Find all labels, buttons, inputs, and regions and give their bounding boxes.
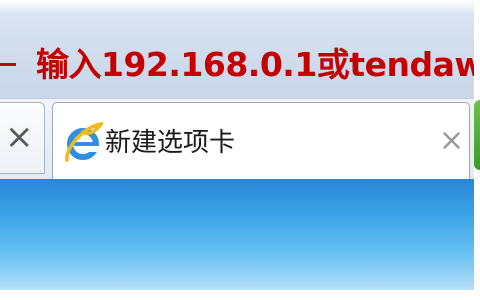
tab-label: 新建选项卡: [105, 128, 236, 158]
ie-icon: [65, 121, 103, 162]
close-icon[interactable]: ×: [439, 125, 464, 157]
browser-window: 输入192.168.0.1或tendaw × 新建选项卡 ×: [0, 0, 474, 290]
page-content-area: [0, 179, 474, 290]
close-icon[interactable]: ×: [5, 119, 34, 155]
next-tab-icon[interactable]: [474, 100, 480, 170]
callout-line: [0, 63, 16, 66]
address-instruction-annotation: 输入192.168.0.1或tendaw: [36, 45, 474, 84]
top-fade: [0, 0, 474, 14]
tab-new-tab[interactable]: 新建选项卡 ×: [52, 102, 470, 179]
previous-tab[interactable]: ×: [0, 102, 45, 174]
